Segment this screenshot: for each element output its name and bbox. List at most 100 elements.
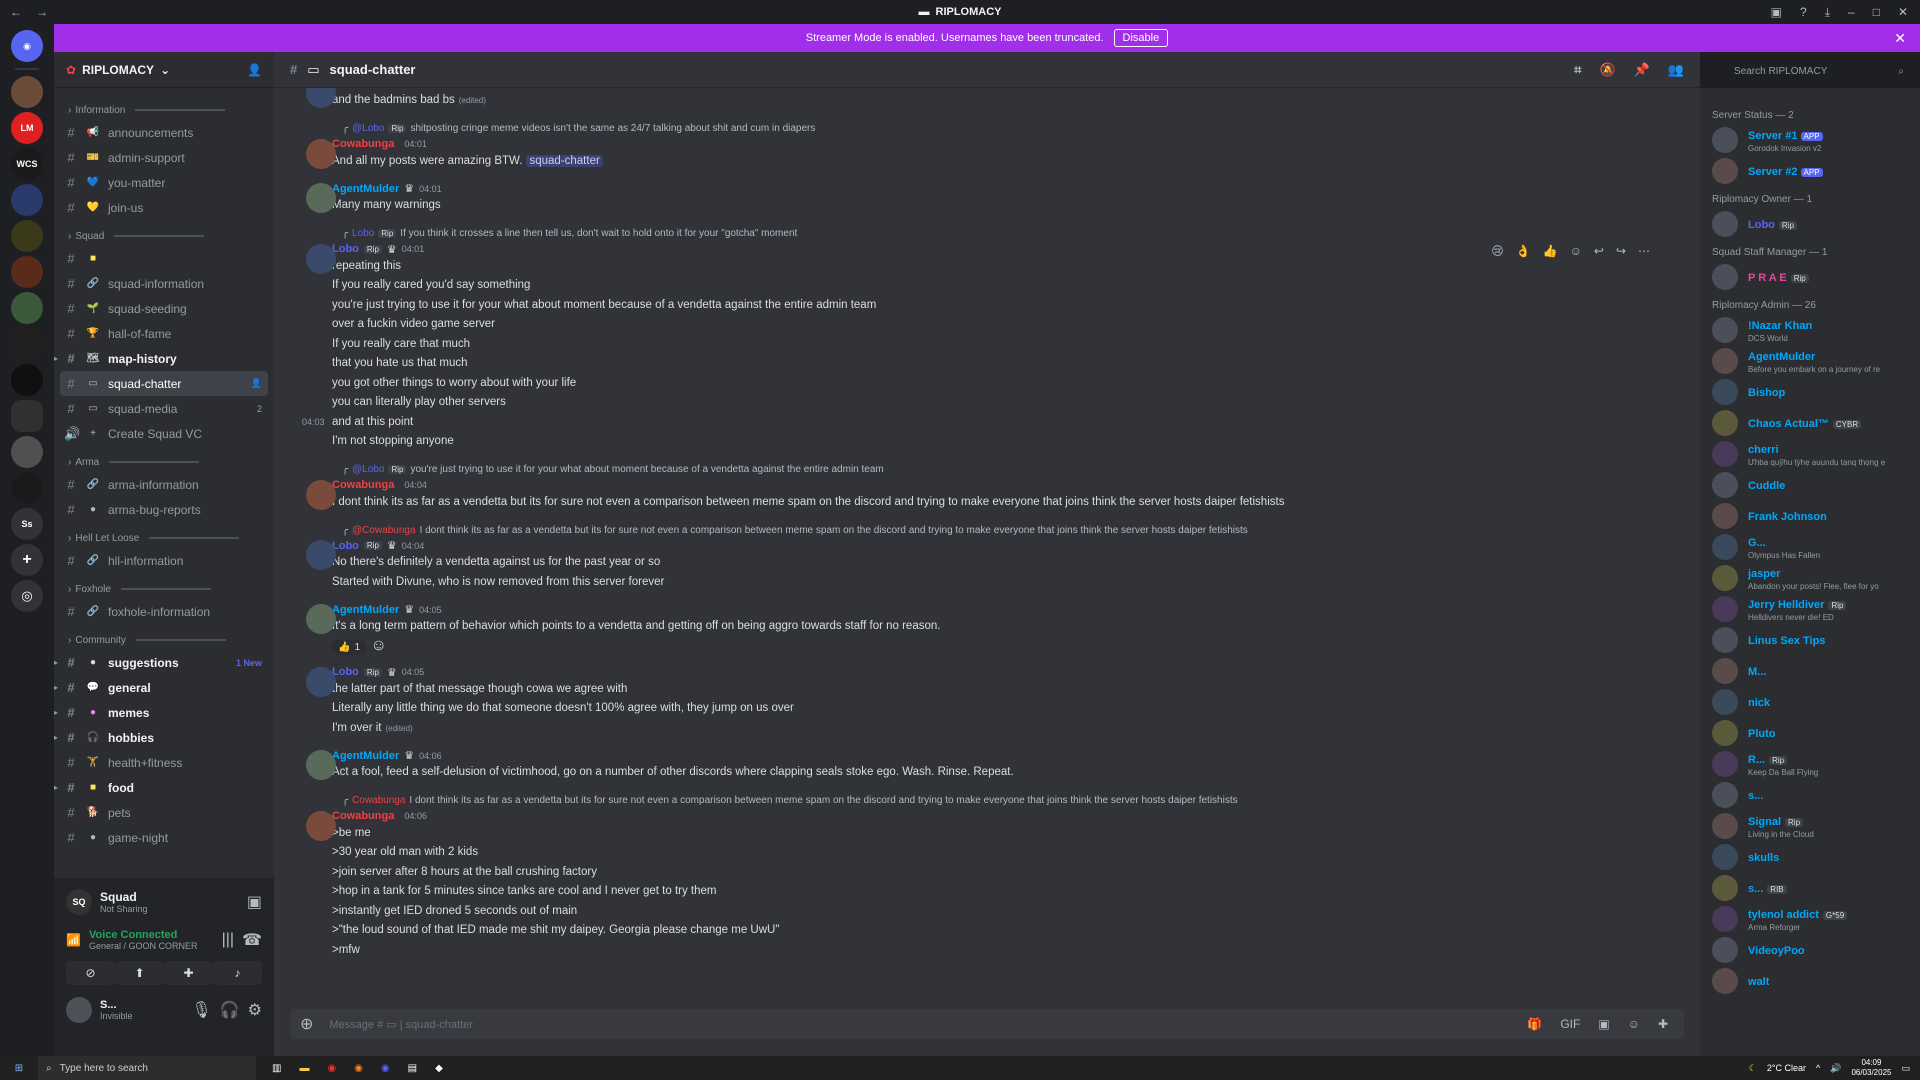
- server-icon[interactable]: [11, 256, 43, 288]
- member-item[interactable]: Frank Johnson: [1712, 500, 1912, 531]
- add-reaction-icon[interactable]: ☺: [1570, 242, 1582, 262]
- member-item[interactable]: s... RIB: [1712, 872, 1912, 903]
- close-icon[interactable]: ✕: [1894, 30, 1906, 47]
- message[interactable]: LoboRip♛04:01and the badmins bad bs(edit…: [290, 88, 1700, 111]
- signal-icon[interactable]: 📶: [66, 933, 81, 947]
- member-item[interactable]: cherri Ưhbạ quỹhu tỳhẹ ạuụndụ tạnq thọng …: [1712, 438, 1912, 469]
- server-icon[interactable]: [11, 364, 43, 396]
- channel-item[interactable]: # ● arma-bug-reports: [60, 497, 268, 522]
- member-item[interactable]: R... Rip Keep Da Ball Flying: [1712, 748, 1912, 779]
- add-reaction-icon[interactable]: ☺: [366, 637, 386, 654]
- server-icon[interactable]: Ss: [11, 508, 43, 540]
- member-item[interactable]: nick: [1712, 686, 1912, 717]
- windows-start-icon[interactable]: ⊞: [0, 1063, 38, 1074]
- member-item[interactable]: Linus Sex Tips: [1712, 624, 1912, 655]
- chrome-icon[interactable]: ◉: [327, 1063, 336, 1074]
- channel-item[interactable]: # 🔗 foxhole-information: [60, 599, 268, 624]
- gear-icon[interactable]: ⚙: [248, 1000, 262, 1020]
- noise-suppression-icon[interactable]: |||: [222, 931, 234, 949]
- member-item[interactable]: Chaos Actual™ CYBR: [1712, 407, 1912, 438]
- avatar[interactable]: [306, 666, 336, 697]
- clock[interactable]: 04:09 06/03/2025: [1851, 1058, 1891, 1078]
- message[interactable]: ╭ Cowabunga I dont think its as far as a v…: [290, 793, 1700, 961]
- minimize-button[interactable]: –: [1848, 5, 1855, 19]
- username[interactable]: AgentMulder: [332, 604, 399, 616]
- screenshare-button[interactable]: ⬆: [115, 961, 164, 985]
- channel-item[interactable]: # ▭ squad-chatter 👤: [60, 371, 268, 396]
- channel-item[interactable]: ▸ # ■ food: [54, 775, 268, 800]
- message[interactable]: ╭ Lobo Rip If you think it crosses a line t…: [290, 226, 1700, 452]
- member-item[interactable]: Lobo Rip: [1712, 208, 1912, 239]
- channel-category[interactable]: › Community: [60, 630, 268, 650]
- member-item[interactable]: jasper Abandon your posts! Flee, flee for…: [1712, 562, 1912, 593]
- username[interactable]: Lobo: [332, 540, 359, 552]
- message[interactable]: ╭ @Cowabunga I dont think its as far as a …: [290, 522, 1700, 592]
- server-icon[interactable]: [11, 292, 43, 324]
- riplomacy-server-icon[interactable]: [11, 400, 43, 432]
- sticker-icon[interactable]: ▣: [1598, 1017, 1609, 1031]
- back-arrow-icon[interactable]: ←: [10, 5, 22, 19]
- avatar[interactable]: [306, 810, 336, 841]
- member-item[interactable]: M...: [1712, 655, 1912, 686]
- reply-preview[interactable]: ╭ @Lobo Rip you're just trying to use it fo…: [332, 462, 1680, 478]
- server-icon[interactable]: [11, 184, 43, 216]
- tray-chevron-icon[interactable]: ^: [1816, 1063, 1820, 1073]
- notifications-icon[interactable]: ▭: [1901, 1063, 1910, 1074]
- channel-item[interactable]: # 🌱 squad-seeding: [60, 296, 268, 321]
- forward-arrow-icon[interactable]: →: [36, 5, 48, 19]
- server-icon[interactable]: LM: [11, 112, 43, 144]
- notifications-icon[interactable]: 🔕: [1599, 62, 1615, 78]
- close-button[interactable]: ✕: [1898, 5, 1908, 19]
- member-item[interactable]: VideoyPoo: [1712, 934, 1912, 965]
- disable-button[interactable]: Disable: [1113, 29, 1169, 47]
- message[interactable]: ╭ @Lobo Rip shitposting cringe meme videos …: [290, 121, 1700, 172]
- channel-item[interactable]: # 🐕 pets: [60, 800, 268, 825]
- channel-item[interactable]: # ■: [60, 246, 268, 271]
- taskbar-search[interactable]: ⌕ Type here to search: [38, 1056, 256, 1080]
- headphones-icon[interactable]: 🎧: [220, 1000, 240, 1020]
- username[interactable]: Cowabunga: [332, 479, 394, 491]
- channel-category[interactable]: › Arma: [60, 452, 268, 472]
- server-icon[interactable]: WCS: [11, 148, 43, 180]
- member-item[interactable]: Signal Rip Living in the Cloud: [1712, 810, 1912, 841]
- guild-header[interactable]: ✿ RIPLOMACY ⌄ 👤: [54, 52, 274, 88]
- app-icon[interactable]: ▤: [408, 1063, 417, 1074]
- reply-preview[interactable]: ╭ @Lobo Rip shitposting cringe meme videos …: [332, 121, 1680, 137]
- channel-item[interactable]: ▸ # 🗺 map-history: [54, 346, 268, 371]
- gif-icon[interactable]: GIF: [1560, 1017, 1580, 1031]
- volume-icon[interactable]: 🔊: [1830, 1063, 1841, 1074]
- invite-user-icon[interactable]: 👤: [247, 63, 262, 77]
- stream-icon[interactable]: ▣: [247, 892, 262, 912]
- member-item[interactable]: Jerry Helldiver Rip Helldivers never die! …: [1712, 593, 1912, 624]
- member-item[interactable]: G... Olympus Has Fallen: [1712, 531, 1912, 562]
- member-item[interactable]: AgentMulder Before you embark on a journe…: [1712, 345, 1912, 376]
- channel-item[interactable]: 🔊 + Create Squad VC: [60, 421, 268, 446]
- channel-item[interactable]: # 💛 join-us: [60, 195, 268, 220]
- forward-icon[interactable]: ↪: [1616, 242, 1626, 262]
- channel-item[interactable]: # 🏆 hall-of-fame: [60, 321, 268, 346]
- reply-icon[interactable]: ↩: [1594, 242, 1604, 262]
- reply-preview[interactable]: ╭ Cowabunga I dont think its as far as a v…: [332, 793, 1680, 809]
- message[interactable]: AgentMulder ♛ 04:05 It's a long term patter…: [290, 602, 1700, 655]
- search-input[interactable]: Search RIPLOMACY: [1734, 66, 1827, 77]
- invite-user-icon[interactable]: 👤: [251, 378, 268, 389]
- message[interactable]: AgentMulder ♛ 04:01 Many many warnings: [290, 181, 1700, 216]
- file-explorer-icon[interactable]: ▬: [299, 1063, 309, 1074]
- avatar[interactable]: [66, 997, 92, 1023]
- discord-icon[interactable]: ◉: [381, 1063, 390, 1074]
- member-item[interactable]: Bishop: [1712, 376, 1912, 407]
- channel-category[interactable]: › Squad: [60, 226, 268, 246]
- member-item[interactable]: Cuddle: [1712, 469, 1912, 500]
- avatar[interactable]: [306, 750, 336, 780]
- avatar[interactable]: [306, 243, 336, 274]
- camera-button[interactable]: ⊘: [66, 961, 115, 985]
- message[interactable]: Lobo Rip ♛ 04:05 the latter part of that mes…: [290, 665, 1700, 739]
- pin-icon[interactable]: 📌: [1634, 62, 1650, 78]
- channel-item[interactable]: # 💙 you-matter: [60, 170, 268, 195]
- discover-icon[interactable]: ◎: [11, 580, 43, 612]
- help-icon[interactable]: ?: [1800, 5, 1807, 19]
- disconnect-icon[interactable]: ☎: [242, 930, 262, 950]
- message[interactable]: ╭ @Lobo Rip you're just trying to use it fo…: [290, 462, 1700, 513]
- server-icon[interactable]: [11, 220, 43, 252]
- channel-item[interactable]: # 🔗 arma-information: [60, 472, 268, 497]
